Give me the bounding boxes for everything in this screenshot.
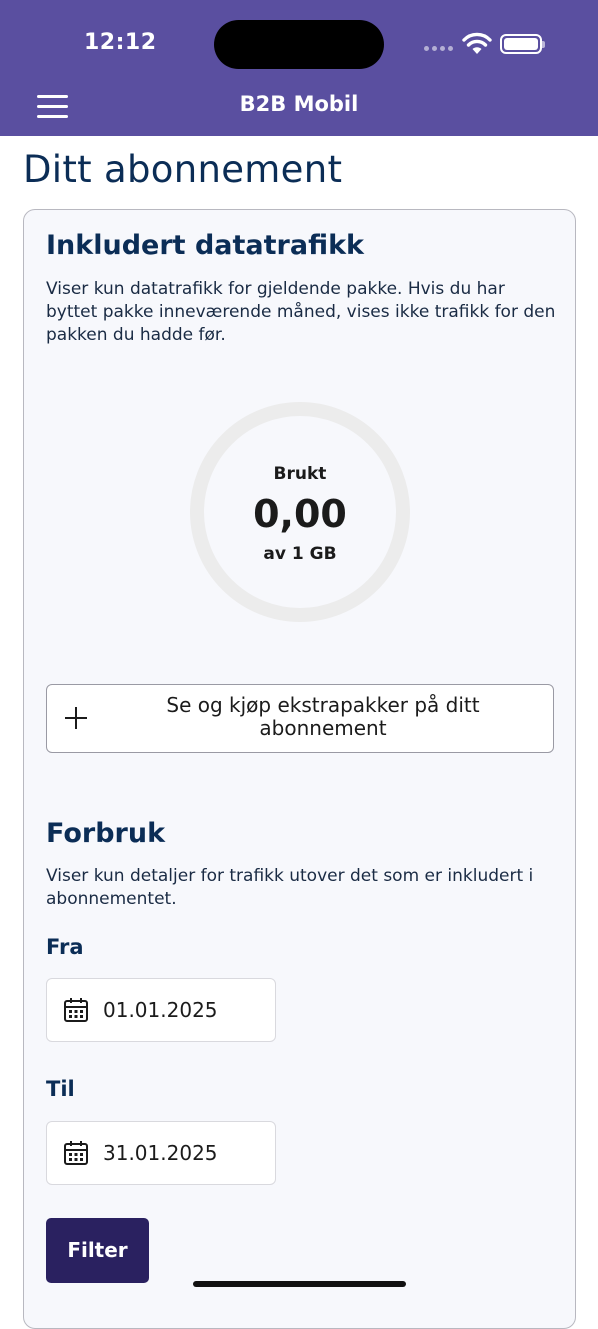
- plus-icon: [65, 707, 87, 729]
- app-header: 12:12 B2B Mobil: [0, 0, 598, 136]
- to-date-value: 31.01.2025: [103, 1141, 218, 1165]
- cellular-signal-icon: [424, 46, 453, 51]
- usage-title: Forbruk: [46, 818, 166, 849]
- gauge-used-label: Brukt: [273, 464, 327, 484]
- included-data-description: Viser kun datatrafikk for gjeldende pakk…: [46, 279, 556, 345]
- subscription-card: Inkludert datatrafikk Viser kun datatraf…: [23, 209, 576, 1329]
- from-date-label: Fra: [46, 935, 84, 959]
- app-title: B2B Mobil: [239, 92, 359, 116]
- home-indicator: [193, 1281, 406, 1287]
- buy-extra-packages-label: Se og kjøp ekstrapakker på ditt abonneme…: [166, 693, 480, 740]
- page-title: Ditt abonnement: [23, 148, 343, 191]
- included-data-title: Inkludert datatrafikk: [46, 230, 365, 261]
- battery-icon: [500, 34, 545, 54]
- to-date-label: Til: [46, 1077, 75, 1101]
- calendar-icon: [64, 1141, 88, 1165]
- calendar-icon: [64, 998, 88, 1022]
- wifi-icon: [462, 32, 492, 54]
- dynamic-island: [214, 20, 384, 69]
- status-time: 12:12: [84, 30, 157, 55]
- from-date-field[interactable]: 01.01.2025: [46, 978, 276, 1042]
- gauge-used-value: 0,00: [253, 492, 347, 536]
- to-date-field[interactable]: 31.01.2025: [46, 1121, 276, 1185]
- buy-extra-packages-button[interactable]: Se og kjøp ekstrapakker på ditt abonneme…: [46, 684, 554, 753]
- data-usage-gauge: Brukt 0,00 av 1 GB: [190, 402, 410, 622]
- filter-button[interactable]: Filter: [46, 1218, 149, 1283]
- usage-description: Viser kun detaljer for trafikk utover de…: [46, 866, 534, 909]
- from-date-value: 01.01.2025: [103, 998, 218, 1022]
- gauge-total-label: av 1 GB: [263, 544, 337, 564]
